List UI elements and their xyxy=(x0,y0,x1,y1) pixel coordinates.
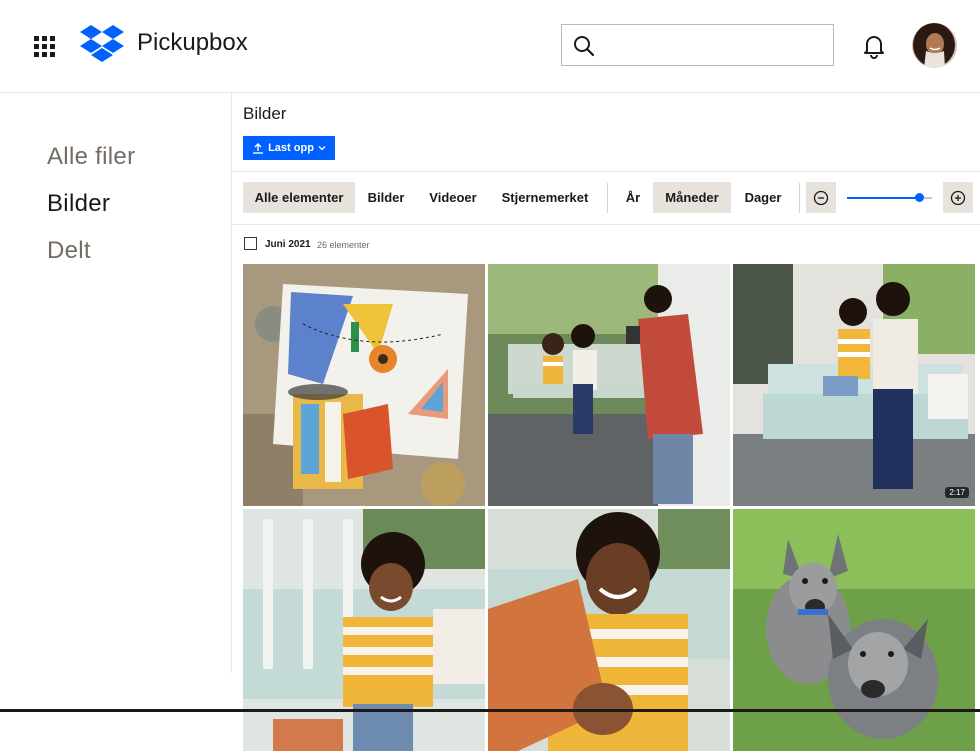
search-input[interactable] xyxy=(561,24,834,66)
photo-boy-on-bench[interactable] xyxy=(243,509,485,751)
select-group-checkbox[interactable] xyxy=(244,237,257,250)
sidebar: Alle filer Bilder Delt xyxy=(0,93,232,673)
upload-button[interactable]: Last opp xyxy=(243,136,335,160)
time-filter-dager[interactable]: Dager xyxy=(737,182,789,213)
photo-porch-swing[interactable] xyxy=(488,264,730,506)
pickupbox-logo-icon[interactable] xyxy=(80,24,124,62)
photo-boy-closeup[interactable] xyxy=(488,509,730,751)
photo-mother-son-swing[interactable]: 2:17 xyxy=(733,264,975,506)
video-duration-badge: 2:17 xyxy=(945,487,969,498)
search-icon xyxy=(574,36,595,57)
chevron-down-icon xyxy=(318,146,326,151)
photo-two-dogs[interactable] xyxy=(733,509,975,751)
zoom-slider[interactable] xyxy=(847,193,932,202)
zoom-in-icon xyxy=(950,190,966,206)
filter-bilder[interactable]: Bilder xyxy=(360,182,412,213)
sidebar-item-alle-filer[interactable]: Alle filer xyxy=(47,143,135,171)
filter-separator xyxy=(607,183,608,213)
upload-icon xyxy=(253,143,264,154)
upload-label: Last opp xyxy=(268,142,314,154)
sidebar-item-bilder[interactable]: Bilder xyxy=(47,190,110,218)
zoom-out-button[interactable] xyxy=(806,182,836,213)
bell-icon[interactable] xyxy=(860,32,888,60)
divider xyxy=(232,224,980,225)
zoom-slider-fill xyxy=(847,197,919,199)
page-title: Bilder xyxy=(243,104,287,123)
app-grid-icon[interactable] xyxy=(34,36,56,57)
filter-videoer[interactable]: Videoer xyxy=(424,182,482,213)
app-name: Pickupbox xyxy=(137,29,248,56)
zoom-out-icon xyxy=(813,190,829,206)
group-date: Juni 2021 xyxy=(265,239,311,250)
zoom-in-button[interactable] xyxy=(943,182,973,213)
avatar[interactable] xyxy=(912,23,957,68)
time-filter-ar[interactable]: År xyxy=(619,182,647,213)
time-filter-maneder[interactable]: Måneder xyxy=(653,182,731,213)
divider xyxy=(232,171,980,172)
top-bar: Pickupbox xyxy=(0,0,980,93)
photo-collage-art[interactable] xyxy=(243,264,485,506)
filter-alle-elementer[interactable]: Alle elementer xyxy=(243,182,355,213)
group-count: 26 elementer xyxy=(317,240,370,250)
filter-stjernemerket[interactable]: Stjernemerket xyxy=(495,182,595,213)
zoom-slider-thumb[interactable] xyxy=(915,193,924,202)
filter-separator xyxy=(799,183,800,213)
sidebar-item-delt[interactable]: Delt xyxy=(47,237,91,265)
